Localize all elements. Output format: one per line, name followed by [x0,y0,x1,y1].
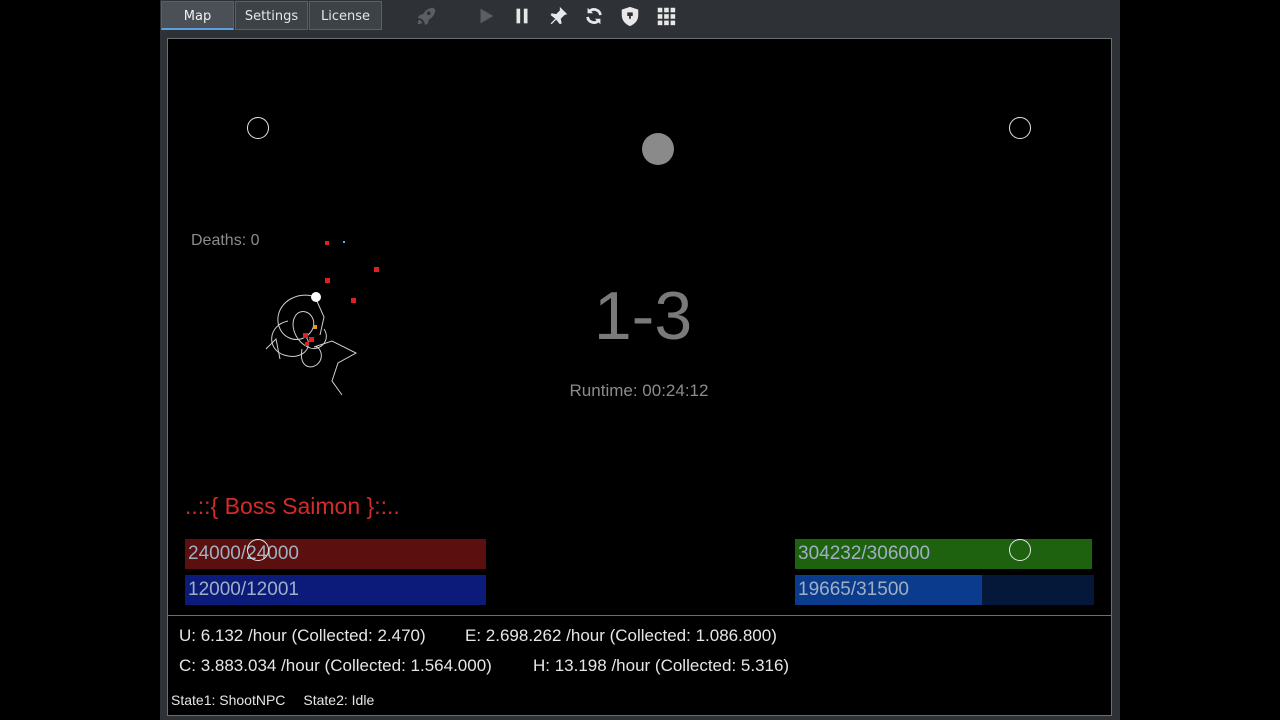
tab-license[interactable]: License [309,1,382,30]
state-line: State1: ShootNPC State2: Idle [171,692,392,708]
npc-dot [351,298,356,303]
enemy-hp-bar: 24000/24000 [185,539,486,569]
boss-name: ..::{ Boss Saimon }::.. [185,493,400,519]
stat-u: U: 6.132 /hour (Collected: 2.470) [179,626,426,645]
shield-icon[interactable] [617,3,643,29]
player-trail [265,292,358,396]
waypoint-marker[interactable] [1009,117,1031,139]
rocket-icon[interactable] [413,3,439,29]
tab-settings[interactable]: Settings [235,1,308,30]
enemy-shield-bar: 12000/12001 [185,575,486,605]
player-shield-bar: 19665/31500 [795,575,1094,605]
npc-dot [343,241,345,243]
enemy-hp-text: 24000/24000 [188,543,299,564]
refresh-icon[interactable] [581,3,607,29]
waypoint-marker[interactable] [1009,539,1031,561]
npc-dot [374,267,379,272]
stage-label: 1-3 [593,278,693,354]
state1-label: State1: ShootNPC [171,692,286,708]
stat-h: H: 13.198 /hour (Collected: 5.316) [533,656,790,675]
pause-icon[interactable] [509,3,535,29]
npc-dot [325,241,329,245]
enemy-shield-text: 12000/12001 [188,579,299,600]
play-icon[interactable] [473,3,499,29]
grid-icon[interactable] [653,3,679,29]
runtime-label: Runtime: 00:24:12 [569,381,709,400]
portal-marker [642,133,674,165]
state2-label: State2: Idle [303,692,375,708]
app-window: Map Settings License Deaths: 0 1-3 Runti… [160,0,1120,720]
minimap-canvas[interactable]: Deaths: 0 1-3 Runtime: 00:24:12 ..::{ Bo… [167,38,1112,616]
waypoint-marker[interactable] [247,117,269,139]
stat-e: E: 2.698.262 /hour (Collected: 1.086.800… [465,626,777,645]
npc-dot [325,278,330,283]
deaths-counter: Deaths: 0 [191,232,260,249]
player-hp-text: 304232/306000 [798,543,931,564]
tab-bar: Map Settings License [160,0,1120,32]
pin-icon[interactable] [545,3,571,29]
stat-c: C: 3.883.034 /hour (Collected: 1.564.000… [179,656,492,675]
player-shield-text: 19665/31500 [798,579,909,600]
player-hp-bar: 304232/306000 [795,539,1094,569]
tab-map[interactable]: Map [161,1,234,30]
waypoint-marker[interactable] [247,539,269,561]
stats-panel: U: 6.132 /hour (Collected: 2.470) E: 2.6… [167,616,1112,716]
